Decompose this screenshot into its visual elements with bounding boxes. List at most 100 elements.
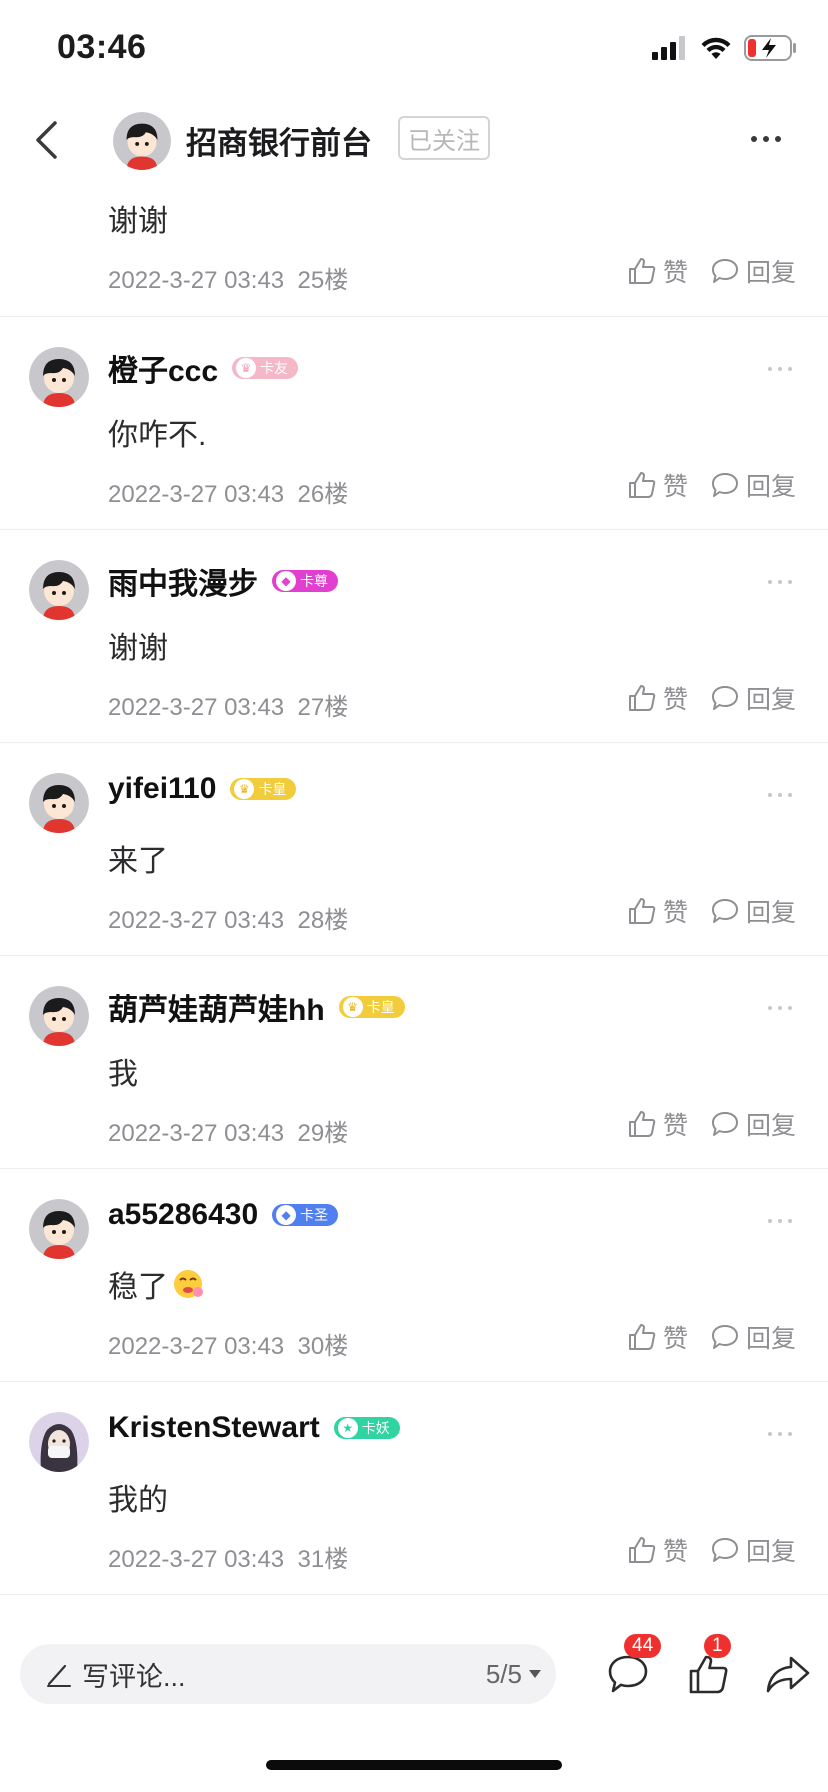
nav-bar: 招商银行前台 已关注: [0, 96, 828, 186]
like-button[interactable]: 赞: [627, 253, 688, 289]
username[interactable]: KristenStewart: [108, 1411, 320, 1445]
comment-actions: 赞 回复: [627, 467, 796, 503]
speech-bubble-icon: [711, 686, 738, 710]
avatar-cartoon-icon: [29, 347, 89, 407]
level-badge: ★ 卡妖: [333, 1417, 400, 1439]
share-button[interactable]: [758, 1644, 818, 1704]
follow-button[interactable]: 已关注: [398, 116, 490, 160]
comment-user: yifei110 ♛ 卡皇: [108, 772, 297, 806]
reply-button[interactable]: 回复: [710, 1532, 796, 1568]
more-options-button[interactable]: [740, 124, 792, 154]
comment-floor: 30楼: [297, 1333, 349, 1360]
like-button[interactable]: 赞: [627, 680, 688, 716]
comment-more-button[interactable]: [768, 580, 792, 584]
username[interactable]: a55286430: [108, 1198, 258, 1232]
thumbs-up-icon: [628, 898, 656, 924]
diamond-icon: ◆: [276, 1205, 297, 1225]
status-icons: [652, 33, 798, 63]
level-badge: ◆ 卡尊: [272, 570, 338, 592]
like-button[interactable]: 赞: [627, 893, 688, 929]
comment-date: 2022-3-27 03:43: [108, 907, 285, 934]
reply-button[interactable]: 回复: [710, 680, 796, 716]
share-arrow-icon: [766, 1656, 810, 1693]
comment-input[interactable]: 写评论... 5/5: [20, 1644, 556, 1704]
comment-text: 谢谢: [108, 632, 168, 665]
comment-date: 2022-3-27 03:43: [108, 1120, 285, 1147]
reply-button[interactable]: 回复: [710, 253, 796, 289]
comment-placeholder: 写评论...: [82, 1661, 186, 1692]
comment-meta: 2022-3-27 03:43 26楼: [108, 474, 348, 509]
like-button[interactable]: 赞: [627, 1532, 688, 1568]
comment-item: 橙子ccc ♛ 卡友 你咋不. 2022-3-27 03:43 26楼 赞 回复: [0, 317, 828, 530]
thumbs-up-icon: [689, 1655, 728, 1694]
comment-more-button[interactable]: [768, 1219, 792, 1223]
avatar[interactable]: [29, 1199, 89, 1259]
comment-user: a55286430 ◆ 卡圣: [108, 1198, 339, 1232]
like-button[interactable]: 赞: [627, 1106, 688, 1142]
speech-bubble-icon: [711, 473, 738, 497]
avatar[interactable]: [29, 1412, 89, 1472]
comment-user: KristenStewart ★ 卡妖: [108, 1411, 400, 1445]
comment-date: 2022-3-27 03:43: [108, 1333, 285, 1360]
avatar[interactable]: [29, 773, 89, 833]
back-button[interactable]: [22, 116, 70, 164]
comment-meta: 2022-3-27 03:43 25楼: [108, 260, 348, 295]
crown-icon: ♛: [234, 779, 255, 799]
avatar[interactable]: [29, 986, 89, 1046]
thumbs-up-icon: [628, 1537, 656, 1563]
username[interactable]: 橙子ccc: [108, 346, 218, 390]
thumbs-up-icon: [628, 258, 656, 284]
speech-bubble-icon: [711, 899, 738, 923]
reply-button[interactable]: 回复: [710, 1106, 796, 1142]
like-button[interactable]: 赞: [627, 467, 688, 503]
comment-date: 2022-3-27 03:43: [108, 267, 285, 294]
more-dot-icon: [751, 136, 757, 142]
comment-item: a55286430 ◆ 卡圣 稳了 2022-3-27 03:43 30楼 赞 …: [0, 1169, 828, 1382]
comment-actions: 赞 回复: [627, 1532, 796, 1568]
avatar-photo-icon: [29, 1412, 89, 1472]
avatar-cartoon-icon: [29, 1199, 89, 1259]
comment-date: 2022-3-27 03:43: [108, 694, 285, 721]
comment-user: 橙子ccc ♛ 卡友: [108, 346, 299, 390]
reply-button[interactable]: 回复: [710, 467, 796, 503]
battery-icon: [744, 35, 796, 61]
emoji-icon: [174, 1270, 203, 1298]
comment-date: 2022-3-27 03:43: [108, 481, 285, 508]
reply-button[interactable]: 回复: [710, 893, 796, 929]
comment-meta: 2022-3-27 03:43 28楼: [108, 900, 348, 935]
comment-list[interactable]: 谢谢 2022-3-27 03:43 25楼 赞 回复 橙子ccc ♛ 卡友 你…: [0, 186, 828, 1596]
comment-meta: 2022-3-27 03:43 31楼: [108, 1539, 348, 1574]
more-dot-icon: [763, 136, 769, 142]
avatar[interactable]: [29, 347, 89, 407]
username[interactable]: 雨中我漫步: [108, 559, 258, 603]
page-selector[interactable]: 5/5: [486, 1644, 542, 1704]
signal-icon: [652, 36, 685, 60]
bottom-bar: 写评论... 5/5 44 1: [0, 1630, 828, 1720]
comment-user: 雨中我漫步 ◆ 卡尊: [108, 559, 338, 603]
comment-text: 来了: [108, 845, 168, 878]
comment-more-button[interactable]: [768, 793, 792, 797]
nav-title: 招商银行前台: [186, 126, 372, 161]
like-button[interactable]: 赞: [627, 1319, 688, 1355]
comment-item: KristenStewart ★ 卡妖 我的 2022-3-27 03:43 3…: [0, 1382, 828, 1595]
likes-button[interactable]: 1: [678, 1634, 738, 1704]
comment-meta: 2022-3-27 03:43 29楼: [108, 1113, 348, 1148]
nav-avatar[interactable]: [113, 112, 171, 170]
username[interactable]: yifei110: [108, 772, 216, 806]
status-bar: 03:46: [0, 0, 828, 96]
comment-more-button[interactable]: [768, 1006, 792, 1010]
comments-button[interactable]: 44: [598, 1634, 662, 1704]
comment-floor: 28楼: [297, 907, 349, 934]
comment-more-button[interactable]: [768, 1432, 792, 1436]
caret-down-icon: [529, 1670, 541, 1678]
avatar-cartoon-icon: [29, 773, 89, 833]
comment-more-button[interactable]: [768, 367, 792, 371]
thumbs-up-icon: [628, 1111, 656, 1137]
like-count-badge: 1: [704, 1634, 731, 1658]
diamond-icon: ◆: [276, 571, 296, 591]
username[interactable]: 葫芦娃葫芦娃hh: [108, 985, 325, 1029]
level-badge: ♛ 卡皇: [338, 996, 405, 1018]
reply-button[interactable]: 回复: [710, 1319, 796, 1355]
avatar[interactable]: [29, 560, 89, 620]
more-dot-icon: [775, 136, 781, 142]
